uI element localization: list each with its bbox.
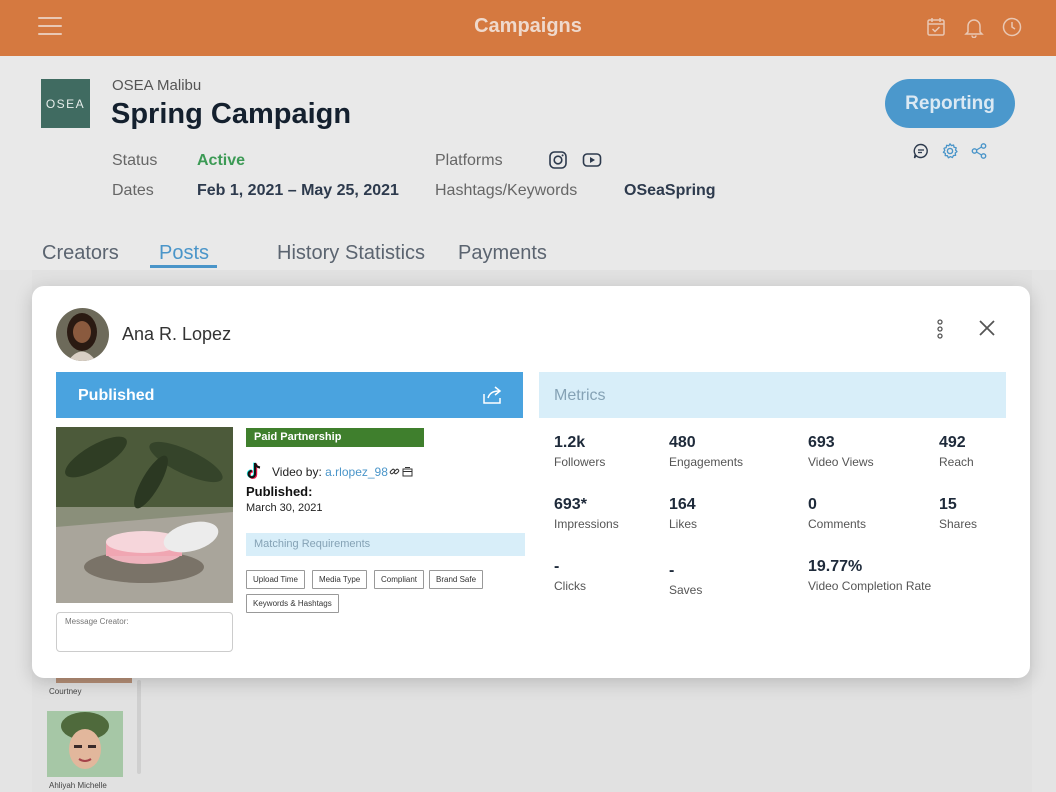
paid-partnership-badge: Paid Partnership	[246, 428, 424, 447]
top-app-bar: Campaigns	[0, 0, 1056, 56]
metric-video-completion-rate: 19.77% Video Completion Rate	[808, 558, 931, 593]
youtube-icon	[582, 153, 602, 167]
campaign-header: OSEA OSEA Malibu Spring Campaign Status …	[0, 56, 1056, 270]
metric-value: 480	[669, 434, 696, 451]
requirement-tag: Compliant	[374, 570, 425, 589]
metric-label: Engagements	[669, 455, 744, 469]
metric-label: Impressions	[554, 517, 619, 531]
dates-value: Feb 1, 2021 – May 25, 2021	[197, 182, 399, 199]
metric-saves: - Saves	[669, 562, 702, 597]
instagram-icon	[549, 151, 567, 169]
metric-likes: 164 Likes	[669, 496, 697, 531]
matching-requirements-header: Matching Requirements	[246, 533, 525, 556]
chat-icon[interactable]	[912, 142, 930, 160]
metric-value: 15	[939, 496, 957, 513]
metrics-label: Metrics	[554, 387, 606, 404]
tab-posts[interactable]: Posts	[159, 242, 209, 265]
list-scrollbar[interactable]	[137, 680, 141, 774]
metric-value: -	[669, 562, 675, 579]
metric-value: 19.77%	[808, 558, 863, 575]
calendar-check-icon[interactable]	[925, 16, 947, 38]
requirement-tag: Keywords & Hashtags	[246, 594, 339, 613]
link-icon[interactable]	[389, 466, 400, 477]
tiktok-icon	[246, 462, 261, 479]
metric-followers: 1.2k Followers	[554, 434, 605, 469]
metric-label: Comments	[808, 517, 867, 531]
metric-label: Video Completion Rate	[808, 579, 932, 593]
post-detail-modal: Ana R. Lopez Published Metrics Paid Part…	[32, 286, 1030, 678]
post-image[interactable]	[56, 427, 233, 603]
tab-payments[interactable]: Payments	[458, 242, 547, 265]
dates-label: Dates	[112, 182, 154, 199]
clock-icon[interactable]	[1001, 16, 1023, 38]
gear-icon[interactable]	[941, 142, 959, 160]
video-by-label: Video by:	[272, 465, 322, 479]
creator-handle-link[interactable]: a.rlopez_98	[325, 465, 388, 479]
metric-shares: 15 Shares	[939, 496, 977, 531]
video-by-line: Video by: a.rlopez_98	[272, 465, 388, 479]
requirement-tag: Brand Safe	[429, 570, 484, 589]
metrics-header: Metrics	[539, 372, 1006, 418]
metric-impressions: 693* Impressions	[554, 496, 619, 531]
app-title: Campaigns	[474, 15, 582, 37]
metric-label: Reach	[939, 455, 974, 469]
bell-icon[interactable]	[963, 16, 985, 38]
metric-label: Shares	[939, 517, 978, 531]
creator-thumb-label: Courtney	[49, 687, 82, 696]
creator-avatar	[56, 308, 109, 361]
tab-statistics[interactable]: Statistics	[345, 242, 425, 265]
platforms-label: Platforms	[435, 152, 503, 169]
brand-logo: OSEA	[41, 79, 90, 128]
metric-reach: 492 Reach	[939, 434, 974, 469]
brand-name: OSEA Malibu	[112, 77, 202, 94]
creator-name: Ana R. Lopez	[122, 324, 232, 344]
status-value: Active	[197, 152, 246, 169]
metric-clicks: - Clicks	[554, 558, 586, 593]
requirement-tag: Upload Time	[246, 570, 305, 589]
published-label: Published	[78, 387, 155, 404]
metric-value: 164	[669, 496, 696, 513]
metric-value: 1.2k	[554, 434, 586, 451]
metric-label: Likes	[669, 517, 698, 531]
campaign-title: Spring Campaign	[111, 98, 352, 130]
metric-value: 492	[939, 434, 966, 451]
metric-engagements: 480 Engagements	[669, 434, 743, 469]
metric-value: 0	[808, 496, 817, 513]
copy-icon[interactable]	[402, 466, 413, 477]
metric-value: 693	[808, 434, 835, 451]
metric-label: Clicks	[554, 579, 586, 593]
status-label: Status	[112, 152, 158, 169]
metric-value: 693*	[554, 496, 587, 513]
tab-creators[interactable]: Creators	[42, 242, 119, 265]
published-field-label: Published:	[246, 484, 313, 499]
matching-requirements-label: Matching Requirements	[254, 538, 371, 550]
close-icon[interactable]	[978, 319, 996, 337]
published-date: March 30, 2021	[246, 502, 323, 514]
metric-label: Followers	[554, 455, 606, 469]
metric-comments: 0 Comments	[808, 496, 866, 531]
hashtags-value: OSeaSpring	[624, 182, 716, 199]
metric-label: Saves	[669, 583, 703, 597]
metric-video-views: 693 Video Views	[808, 434, 874, 469]
reporting-button[interactable]: Reporting	[885, 79, 1015, 128]
active-tab-indicator	[150, 265, 217, 268]
metric-label: Video Views	[808, 455, 874, 469]
hashtags-label: Hashtags/Keywords	[435, 182, 578, 199]
creator-thumb-label: Ahliyah Michelle	[49, 781, 107, 790]
message-creator-input[interactable]	[56, 612, 233, 652]
requirement-tag: Media Type	[312, 570, 368, 589]
tab-history[interactable]: History	[277, 242, 339, 265]
share-icon[interactable]	[970, 142, 988, 160]
published-header: Published	[56, 372, 523, 418]
metric-value: -	[554, 558, 560, 575]
creator-thumbnail[interactable]	[47, 711, 123, 777]
more-options-icon[interactable]	[934, 318, 946, 340]
share-export-icon[interactable]	[481, 384, 503, 406]
